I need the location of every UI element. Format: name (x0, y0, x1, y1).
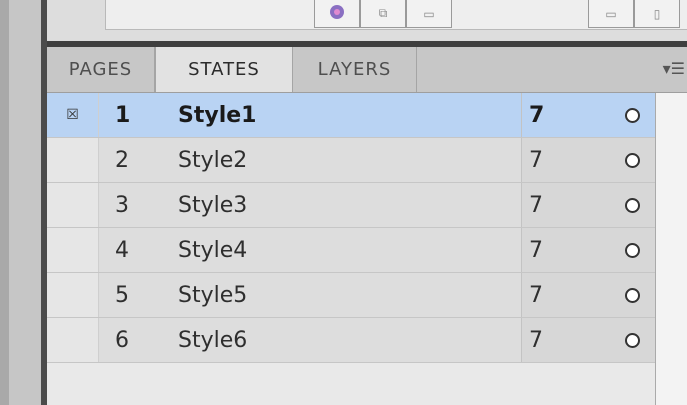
row-background (99, 93, 521, 137)
row-name[interactable]: Style2 (178, 138, 247, 182)
row-count: 7 (529, 327, 543, 353)
panel-tabbar: PAGES STATES LAYERS ▾☰ (47, 47, 687, 93)
row-count: 7 (529, 282, 543, 308)
row-checkbox-icon[interactable] (47, 138, 99, 182)
row-radio-icon[interactable] (625, 153, 640, 168)
row-count: 7 (529, 147, 543, 173)
duplicate-icon[interactable]: ⧉ (360, 0, 406, 28)
list-item[interactable]: 2 Style2 7 (47, 138, 655, 183)
list-item[interactable]: 4 Style4 7 (47, 228, 655, 273)
row-checkbox-icon[interactable] (47, 228, 99, 272)
list-item[interactable]: 3 Style3 7 (47, 183, 655, 228)
row-background (99, 138, 521, 182)
row-name[interactable]: Style5 (178, 273, 247, 317)
new-state-icon[interactable]: ▭ (588, 0, 634, 28)
row-radio-icon[interactable] (625, 243, 640, 258)
panel-right-edge (656, 93, 687, 405)
row-background (99, 273, 521, 317)
row-count: 7 (529, 102, 545, 128)
row-count: 7 (529, 237, 543, 263)
row-background (99, 228, 521, 272)
page-icon[interactable]: ▭ (406, 0, 452, 28)
tab-pages[interactable]: PAGES (47, 47, 155, 92)
toolbar-area: ⧉ ▭ ▭ ▯ (47, 0, 687, 47)
toolbar-box: ⧉ ▭ ▭ ▯ (105, 0, 687, 30)
panel-menu-icon[interactable]: ▾☰ (663, 59, 685, 78)
row-checkbox-icon[interactable] (47, 273, 99, 317)
row-index: 6 (115, 327, 129, 353)
row-checkbox-icon[interactable] (47, 183, 99, 227)
list-item[interactable]: 6 Style6 7 (47, 318, 655, 363)
row-index: 2 (115, 147, 129, 173)
row-count: 7 (529, 192, 543, 218)
side-strip (9, 0, 41, 405)
list-item[interactable]: 5 Style5 7 (47, 273, 655, 318)
trash-icon[interactable]: ▯ (634, 0, 680, 28)
row-name[interactable]: Style3 (178, 183, 247, 227)
tab-layers[interactable]: LAYERS (293, 47, 417, 92)
tab-states[interactable]: STATES (155, 47, 293, 92)
color-wheel-icon[interactable] (314, 0, 360, 28)
row-background (99, 183, 521, 227)
states-list: ☒ 1 Style1 7 2 Style2 7 3 Style3 7 4 Sty… (47, 93, 656, 405)
row-index: 3 (115, 192, 129, 218)
row-background (99, 318, 521, 362)
row-name[interactable]: Style4 (178, 228, 247, 272)
row-radio-icon[interactable] (625, 198, 640, 213)
row-radio-icon[interactable] (625, 108, 640, 123)
row-index: 5 (115, 282, 129, 308)
row-radio-icon[interactable] (625, 288, 640, 303)
row-checkbox-icon[interactable]: ☒ (47, 93, 99, 137)
row-checkbox-icon[interactable] (47, 318, 99, 362)
row-index: 1 (115, 102, 131, 128)
row-radio-icon[interactable] (625, 333, 640, 348)
list-item[interactable]: ☒ 1 Style1 7 (47, 93, 655, 138)
left-gutter (0, 0, 9, 405)
row-name[interactable]: Style6 (178, 318, 247, 362)
row-name[interactable]: Style1 (178, 93, 256, 137)
row-index: 4 (115, 237, 129, 263)
